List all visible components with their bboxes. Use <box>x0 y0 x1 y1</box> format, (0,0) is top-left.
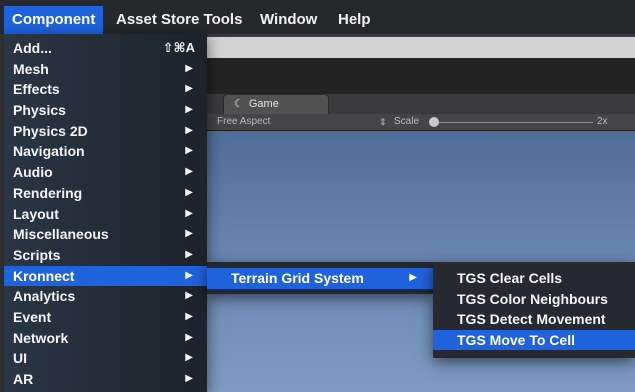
menu-item-label: Scripts <box>13 246 61 263</box>
menu-asset-store-tools[interactable]: Asset Store Tools <box>108 6 250 34</box>
editor-dark-band <box>207 58 635 94</box>
menu-item-navigation[interactable]: Navigation ▶ <box>4 141 207 162</box>
submenu-arrow-icon: ▶ <box>185 290 193 302</box>
menu-bar: Component Asset Store Tools Window Help <box>0 0 635 34</box>
submenu-arrow-icon: ▶ <box>185 186 193 198</box>
submenu-arrow-icon: ▶ <box>185 124 193 136</box>
menu-item-miscellaneous[interactable]: Miscellaneous ▶ <box>4 224 207 245</box>
menu-item-label: TGS Move To Cell <box>457 331 575 348</box>
menu-item-ui[interactable]: UI ▶ <box>4 348 207 369</box>
menu-item-tgs-color-neighbours[interactable]: TGS Color Neighbours <box>433 289 635 310</box>
menu-item-label: Audio <box>13 164 53 181</box>
menu-item-ar[interactable]: AR ▶ <box>4 369 207 390</box>
menu-item-label: Terrain Grid System <box>231 270 364 286</box>
submenu-arrow-icon: ▶ <box>185 145 193 157</box>
game-toolbar: Free Aspect ⇕ Scale 2x <box>207 114 635 131</box>
terrain-grid-system-submenu: TGS Clear Cells TGS Color Neighbours TGS D… <box>433 262 635 358</box>
submenu-arrow-icon: ▶ <box>185 207 193 219</box>
menu-item-tgs-detect-movement[interactable]: TGS Detect Movement <box>433 309 635 330</box>
menu-item-label: Mesh <box>13 60 49 77</box>
menu-item-label: Analytics <box>13 288 76 305</box>
menu-item-label: Physics 2D <box>13 122 88 139</box>
menu-item-label: UI <box>13 350 27 367</box>
menu-item-label: AR <box>13 371 34 387</box>
menu-item-mesh[interactable]: Mesh ▶ <box>4 59 207 80</box>
tab-game-label: Game <box>248 98 279 110</box>
submenu-arrow-icon: ▶ <box>185 331 193 343</box>
menu-item-scripts[interactable]: Scripts ▶ <box>4 245 207 266</box>
scale-slider-track[interactable] <box>433 122 593 123</box>
menu-help[interactable]: Help <box>330 6 379 34</box>
scale-value: 2x <box>597 116 608 127</box>
chevron-updown-icon: ⇕ <box>379 117 387 127</box>
shortcut-label: ⇧⌘A <box>162 40 195 55</box>
menu-component[interactable]: Component <box>4 6 104 34</box>
scale-label: Scale <box>394 116 420 127</box>
submenu-arrow-icon: ▶ <box>185 352 193 364</box>
menu-item-analytics[interactable]: Analytics ▶ <box>4 286 207 307</box>
submenu-arrow-icon: ▶ <box>185 62 193 74</box>
menu-item-event[interactable]: Event ▶ <box>4 307 207 328</box>
submenu-arrow-icon: ▶ <box>185 166 193 178</box>
kronnect-submenu: Terrain Grid System ▶ <box>207 262 433 294</box>
submenu-arrow-icon: ▶ <box>185 248 193 260</box>
submenu-arrow-icon: ▶ <box>185 373 193 384</box>
menu-window[interactable]: Window <box>252 6 325 34</box>
menu-item-add[interactable]: Add... ⇧⌘A <box>4 38 207 59</box>
menu-item-physics-2d[interactable]: Physics 2D ▶ <box>4 121 207 142</box>
menu-item-label: Network <box>13 329 69 346</box>
tab-game[interactable]: ☾ Game <box>223 94 329 114</box>
menu-item-label: Physics <box>13 102 66 119</box>
menu-item-label: Effects <box>13 81 60 98</box>
editor-toolbar-strip <box>207 37 635 58</box>
menu-item-label: TGS Detect Movement <box>457 311 606 327</box>
menu-item-label: Event <box>13 308 52 325</box>
menu-item-tgs-clear-cells[interactable]: TGS Clear Cells <box>433 268 635 289</box>
menu-item-label: TGS Color Neighbours <box>457 290 608 307</box>
scale-slider-thumb[interactable] <box>429 117 439 127</box>
menu-item-label: Kronnect <box>13 267 75 284</box>
aspect-dropdown[interactable]: Free Aspect <box>217 114 270 130</box>
menu-item-physics[interactable]: Physics ▶ <box>4 100 207 121</box>
submenu-arrow-icon: ▶ <box>185 269 193 281</box>
menu-item-label: TGS Clear Cells <box>457 270 563 286</box>
menu-item-label: Miscellaneous <box>13 226 109 243</box>
submenu-arrow-icon: ▶ <box>409 272 417 283</box>
menu-item-network[interactable]: Network ▶ <box>4 328 207 349</box>
menu-item-audio[interactable]: Audio ▶ <box>4 162 207 183</box>
unity-game-icon: ☾ <box>234 98 244 110</box>
menu-item-label: Layout <box>13 205 59 222</box>
menu-item-rendering[interactable]: Rendering ▶ <box>4 183 207 204</box>
menu-item-label: Add... <box>13 40 52 56</box>
menu-item-label: Rendering <box>13 184 83 201</box>
submenu-arrow-icon: ▶ <box>185 310 193 322</box>
menu-item-layout[interactable]: Layout ▶ <box>4 204 207 225</box>
menu-item-label: Navigation <box>13 143 85 160</box>
component-menu: Add... ⇧⌘A Mesh ▶ Effects ▶ Physics ▶ Physics 2D… <box>4 34 207 392</box>
submenu-arrow-icon: ▶ <box>185 228 193 240</box>
menu-item-kronnect[interactable]: Kronnect ▶ <box>4 265 207 287</box>
submenu-arrow-icon: ▶ <box>185 83 193 95</box>
menu-item-effects[interactable]: Effects ▶ <box>4 79 207 100</box>
menu-item-tgs-move-to-cell[interactable]: TGS Move To Cell <box>433 329 635 350</box>
menu-item-terrain-grid-system[interactable]: Terrain Grid System ▶ <box>207 268 433 289</box>
submenu-arrow-icon: ▶ <box>185 104 193 116</box>
